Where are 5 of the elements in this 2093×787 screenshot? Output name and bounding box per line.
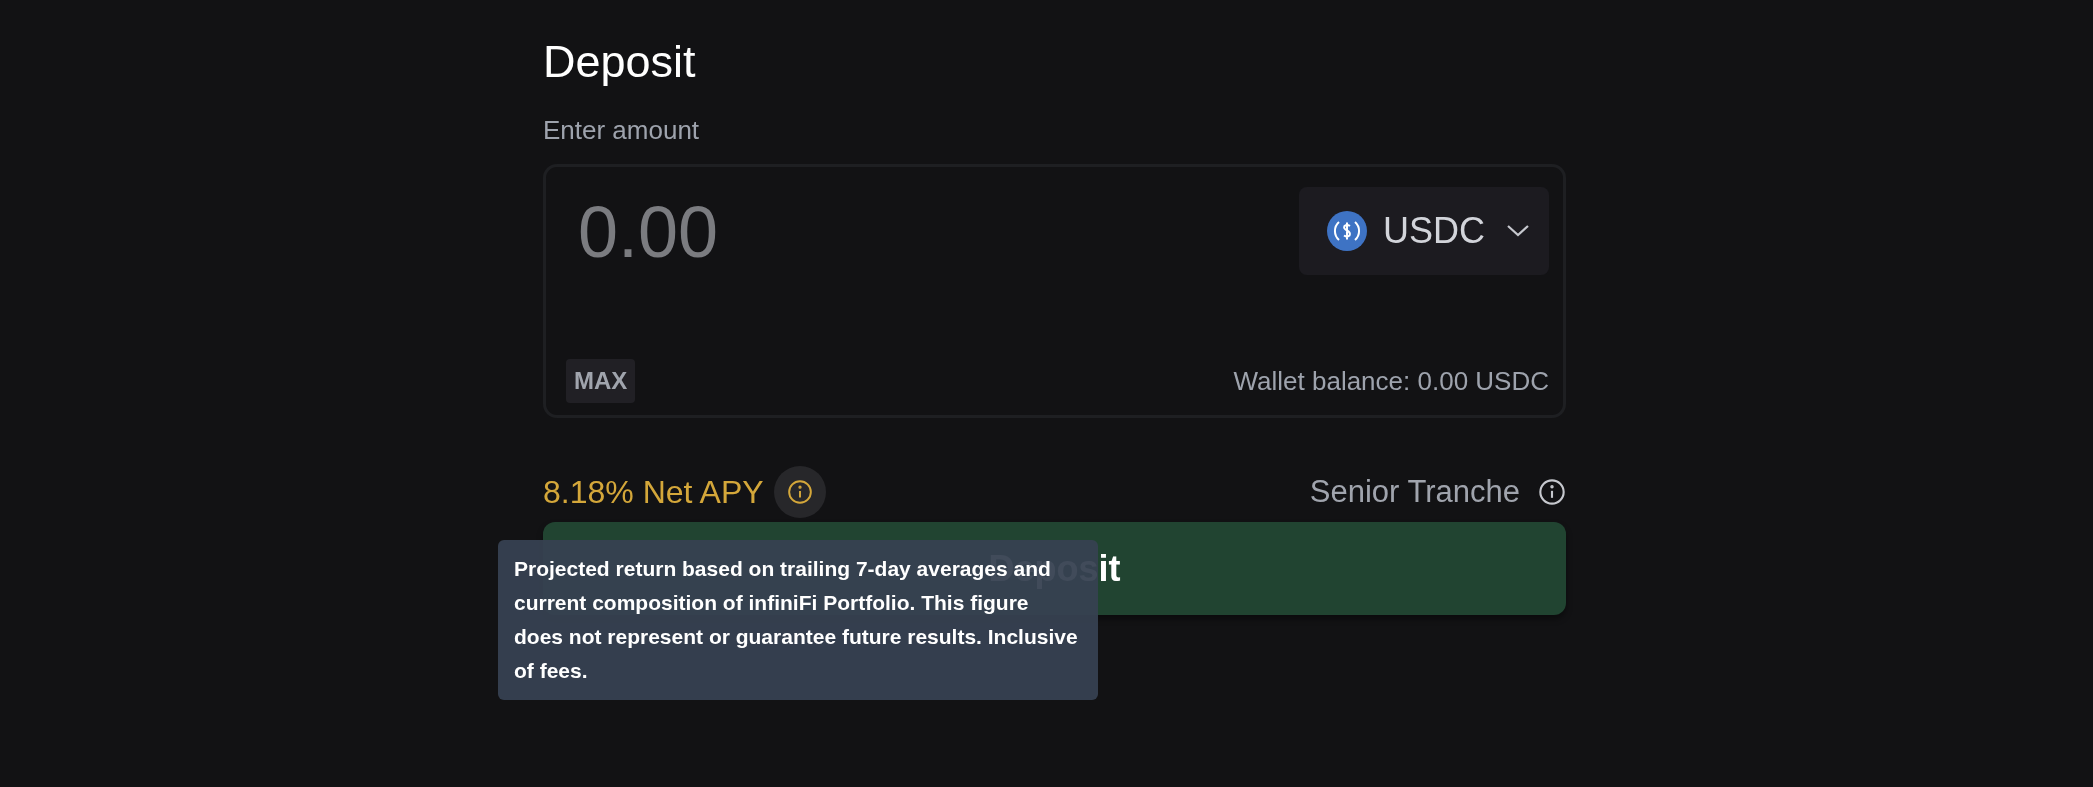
wallet-balance: Wallet balance: 0.00 USDC [1233, 365, 1549, 397]
tranche-label: Senior Tranche [1309, 474, 1520, 510]
page-title: Deposit [543, 35, 697, 89]
apy-text: 8.18% Net APY [543, 473, 764, 511]
amount-label: Enter amount [543, 114, 701, 146]
